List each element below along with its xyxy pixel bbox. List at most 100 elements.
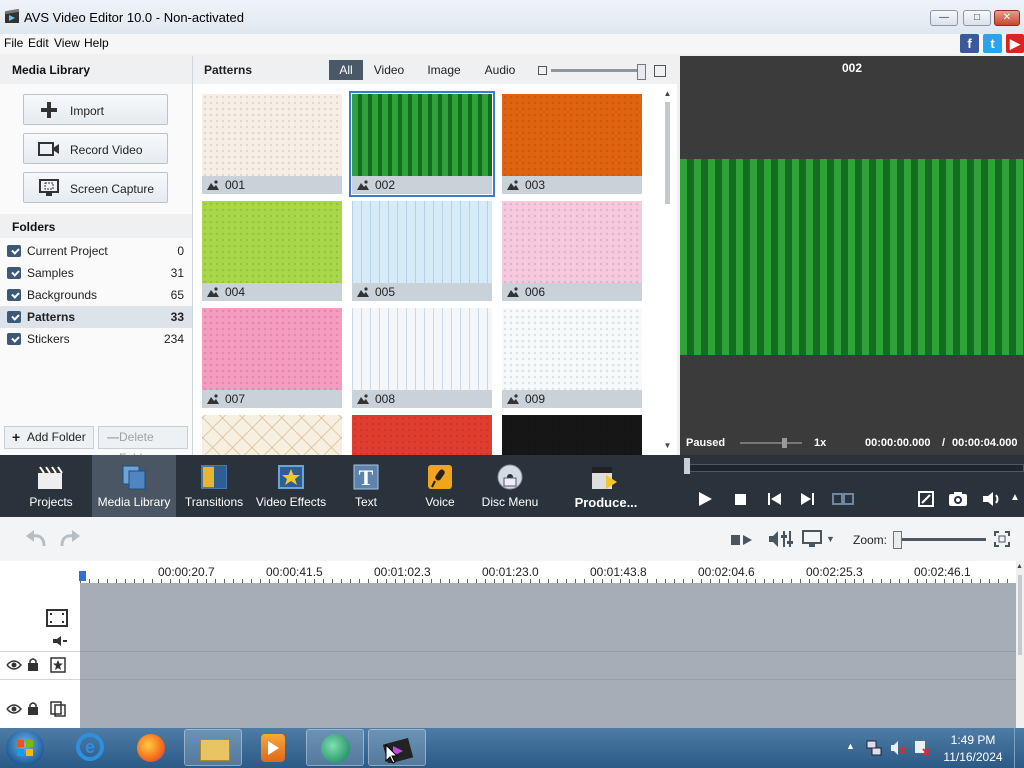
screen-capture-button[interactable]: Screen Capture [23, 172, 168, 203]
scroll-down-icon[interactable]: ▼ [663, 442, 672, 450]
fullscreen-icon[interactable] [918, 491, 934, 507]
transitions-button[interactable]: Transitions [180, 455, 248, 517]
pattern-tile[interactable]: 008 [351, 307, 493, 409]
display-dropdown-icon[interactable]: ▼ [826, 534, 835, 544]
add-folder-button[interactable]: + Add Folder [4, 426, 94, 449]
disc-menu-button[interactable]: Disc Menu [478, 455, 542, 517]
firefox-taskbar[interactable] [122, 729, 180, 766]
pattern-tile[interactable]: 004 [201, 200, 343, 302]
produce-button[interactable]: Produce... [566, 455, 646, 517]
zoom-slider[interactable] [894, 538, 986, 541]
speed-slider[interactable] [740, 442, 802, 444]
pattern-tile[interactable]: 003 [501, 93, 643, 195]
thumb-size-slider[interactable] [551, 69, 643, 72]
stop-icon[interactable] [735, 494, 746, 505]
clock-time[interactable]: 1:49 PM [936, 733, 1010, 747]
action-center-icon[interactable] [914, 740, 930, 756]
eye-icon[interactable] [6, 703, 22, 715]
eye-icon[interactable] [6, 659, 22, 671]
record-video-button[interactable]: Record Video [23, 133, 168, 164]
fit-timeline-icon[interactable] [994, 531, 1010, 547]
menu-help[interactable]: Help [84, 36, 109, 50]
menu-edit[interactable]: Edit [28, 36, 49, 50]
explorer-taskbar[interactable] [184, 729, 242, 766]
filter-audio[interactable]: Audio [479, 60, 521, 80]
timeline-ruler[interactable]: 00:00:20.7 00:00:41.5 00:01:02.3 00:01:2… [0, 561, 1016, 583]
show-desktop-button[interactable] [1014, 728, 1024, 768]
pattern-tile[interactable]: 007 [201, 307, 343, 409]
pattern-tile[interactable] [351, 414, 493, 455]
maximize-button[interactable]: □ [963, 10, 991, 26]
patterns-scrollbar[interactable]: ▲ ▼ [663, 90, 672, 452]
start-button[interactable] [6, 730, 44, 766]
tick-label: 00:02:25.3 [806, 565, 863, 579]
media-library-panel: Media Library Import Record Video Screen… [0, 56, 193, 455]
pattern-tile[interactable]: 001 [201, 93, 343, 195]
trim-icon[interactable] [730, 532, 754, 548]
timeline-track-area[interactable] [80, 583, 1016, 728]
projects-button[interactable]: Projects [12, 455, 90, 517]
folder-stickers[interactable]: Stickers 234 [0, 328, 192, 350]
filter-image[interactable]: Image [423, 60, 465, 80]
scroll-up-icon[interactable]: ▲ [663, 90, 672, 98]
internet-explorer-taskbar[interactable]: e [62, 729, 120, 766]
slider-handle[interactable] [637, 64, 646, 80]
pattern-tile[interactable] [501, 414, 643, 455]
seek-handle[interactable] [684, 458, 690, 474]
volume-dropdown-icon[interactable]: ▲ [1010, 492, 1020, 503]
timeline-scroll-thumb[interactable] [1018, 575, 1022, 655]
filter-video[interactable]: Video [369, 60, 409, 80]
media-library-button[interactable]: Media Library [92, 455, 176, 517]
twitter-icon[interactable]: t [983, 34, 1002, 53]
pattern-tile[interactable]: 005 [351, 200, 493, 302]
snapshot-icon[interactable] [948, 491, 968, 507]
close-button[interactable]: ✕ [994, 10, 1020, 26]
redo-icon[interactable] [58, 530, 82, 548]
volume-muted-icon[interactable] [890, 740, 906, 756]
pattern-tile[interactable]: 006 [501, 200, 643, 302]
split-view-icon[interactable] [832, 492, 854, 506]
network-icon[interactable] [866, 740, 882, 756]
avs-app-taskbar[interactable] [306, 729, 364, 766]
import-button[interactable]: Import [23, 94, 168, 125]
menu-view[interactable]: View [54, 36, 80, 50]
timeline-scrollbar[interactable]: ▲ [1016, 561, 1024, 728]
lock-icon[interactable] [27, 657, 39, 671]
pattern-tile[interactable]: 009 [501, 307, 643, 409]
tray-expand-icon[interactable]: ▲ [846, 741, 855, 751]
next-frame-icon[interactable] [800, 493, 814, 505]
play-icon[interactable] [697, 491, 713, 507]
produce-clapper-icon [592, 467, 617, 489]
facebook-icon[interactable]: f [960, 34, 979, 53]
folder-current-project[interactable]: Current Project 0 [0, 240, 192, 262]
volume-icon[interactable] [982, 491, 1002, 507]
minimize-button[interactable]: — [930, 10, 958, 26]
zoom-slider-handle[interactable] [893, 531, 902, 549]
delete-folder-button[interactable]: — Delete Folder [98, 426, 188, 465]
clock-date[interactable]: 11/16/2024 [936, 750, 1010, 764]
folder-backgrounds[interactable]: Backgrounds 65 [0, 284, 192, 306]
previous-frame-icon[interactable] [768, 493, 782, 505]
folder-samples[interactable]: Samples 31 [0, 262, 192, 284]
pattern-tile[interactable] [201, 414, 343, 455]
voice-button[interactable]: Voice [410, 455, 470, 517]
timeline-scroll-up-icon[interactable]: ▲ [1016, 563, 1023, 570]
scroll-thumb[interactable] [665, 102, 670, 204]
pattern-tile[interactable]: 002 [349, 91, 495, 197]
speed-slider-handle[interactable] [782, 438, 787, 448]
large-thumbs-icon[interactable] [654, 65, 666, 77]
small-thumbs-icon[interactable] [538, 66, 547, 75]
playhead-marker[interactable] [79, 571, 86, 581]
youtube-icon[interactable]: ▶ [1006, 34, 1024, 53]
text-button[interactable]: T Text [336, 455, 396, 517]
folder-patterns[interactable]: Patterns 33 [0, 306, 192, 328]
video-effects-button[interactable]: Video Effects [254, 455, 328, 517]
seek-bar[interactable] [686, 464, 1024, 472]
filter-all[interactable]: All [329, 60, 363, 80]
display-mode-icon[interactable] [802, 530, 822, 548]
audio-mixer-icon[interactable] [768, 529, 794, 549]
undo-icon[interactable] [24, 530, 48, 548]
lock-icon[interactable] [27, 701, 39, 715]
media-player-taskbar[interactable] [244, 729, 302, 766]
menu-file[interactable]: File [4, 36, 23, 50]
